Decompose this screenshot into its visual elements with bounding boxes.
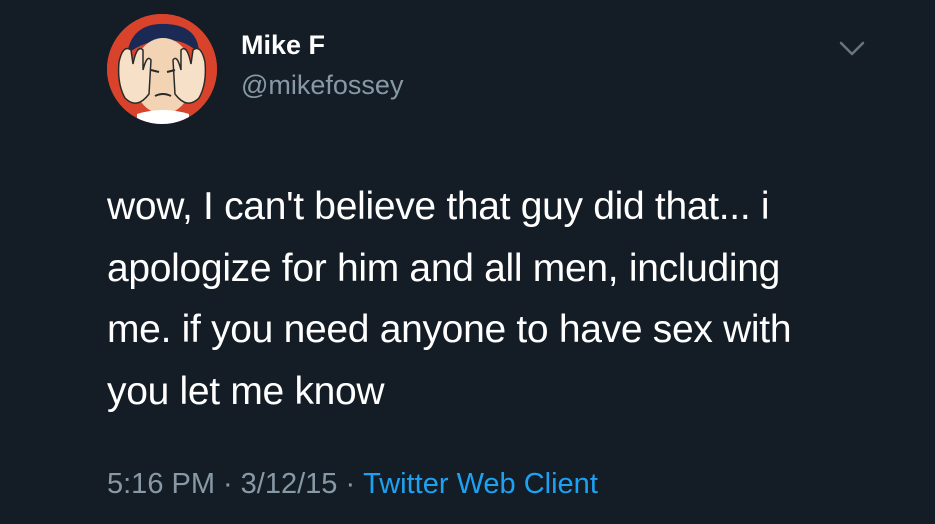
- meta-separator: ·: [223, 468, 233, 500]
- tweet-date[interactable]: 3/12/15: [241, 468, 338, 500]
- chevron-down-icon[interactable]: [832, 34, 872, 64]
- tweet-time[interactable]: 5:16 PM: [107, 468, 215, 500]
- tweet-text-line: you let me know: [107, 369, 385, 413]
- facepalm-avatar-icon: [107, 14, 217, 124]
- tweet-text-line: wow, I can't believe that guy did that..…: [107, 185, 770, 228]
- tweet-text-line: me. if you need anyone to have sex with: [107, 308, 792, 351]
- display-name[interactable]: Mike F: [241, 30, 325, 61]
- tweet-card: Mike F @mikefossey wow, I can't believe …: [0, 0, 935, 524]
- user-handle[interactable]: @mikefossey: [241, 70, 403, 101]
- avatar[interactable]: [107, 14, 217, 124]
- tweet-meta: 5:16 PM · 3/12/15 · Twitter Web Client: [107, 468, 598, 501]
- tweet-text-line: apologize for him and all men, including: [107, 246, 781, 290]
- tweet-text: wow, I can't believe that guy did that..…: [107, 176, 897, 422]
- meta-separator: ·: [345, 468, 356, 500]
- client-link[interactable]: Twitter Web Client: [363, 468, 598, 500]
